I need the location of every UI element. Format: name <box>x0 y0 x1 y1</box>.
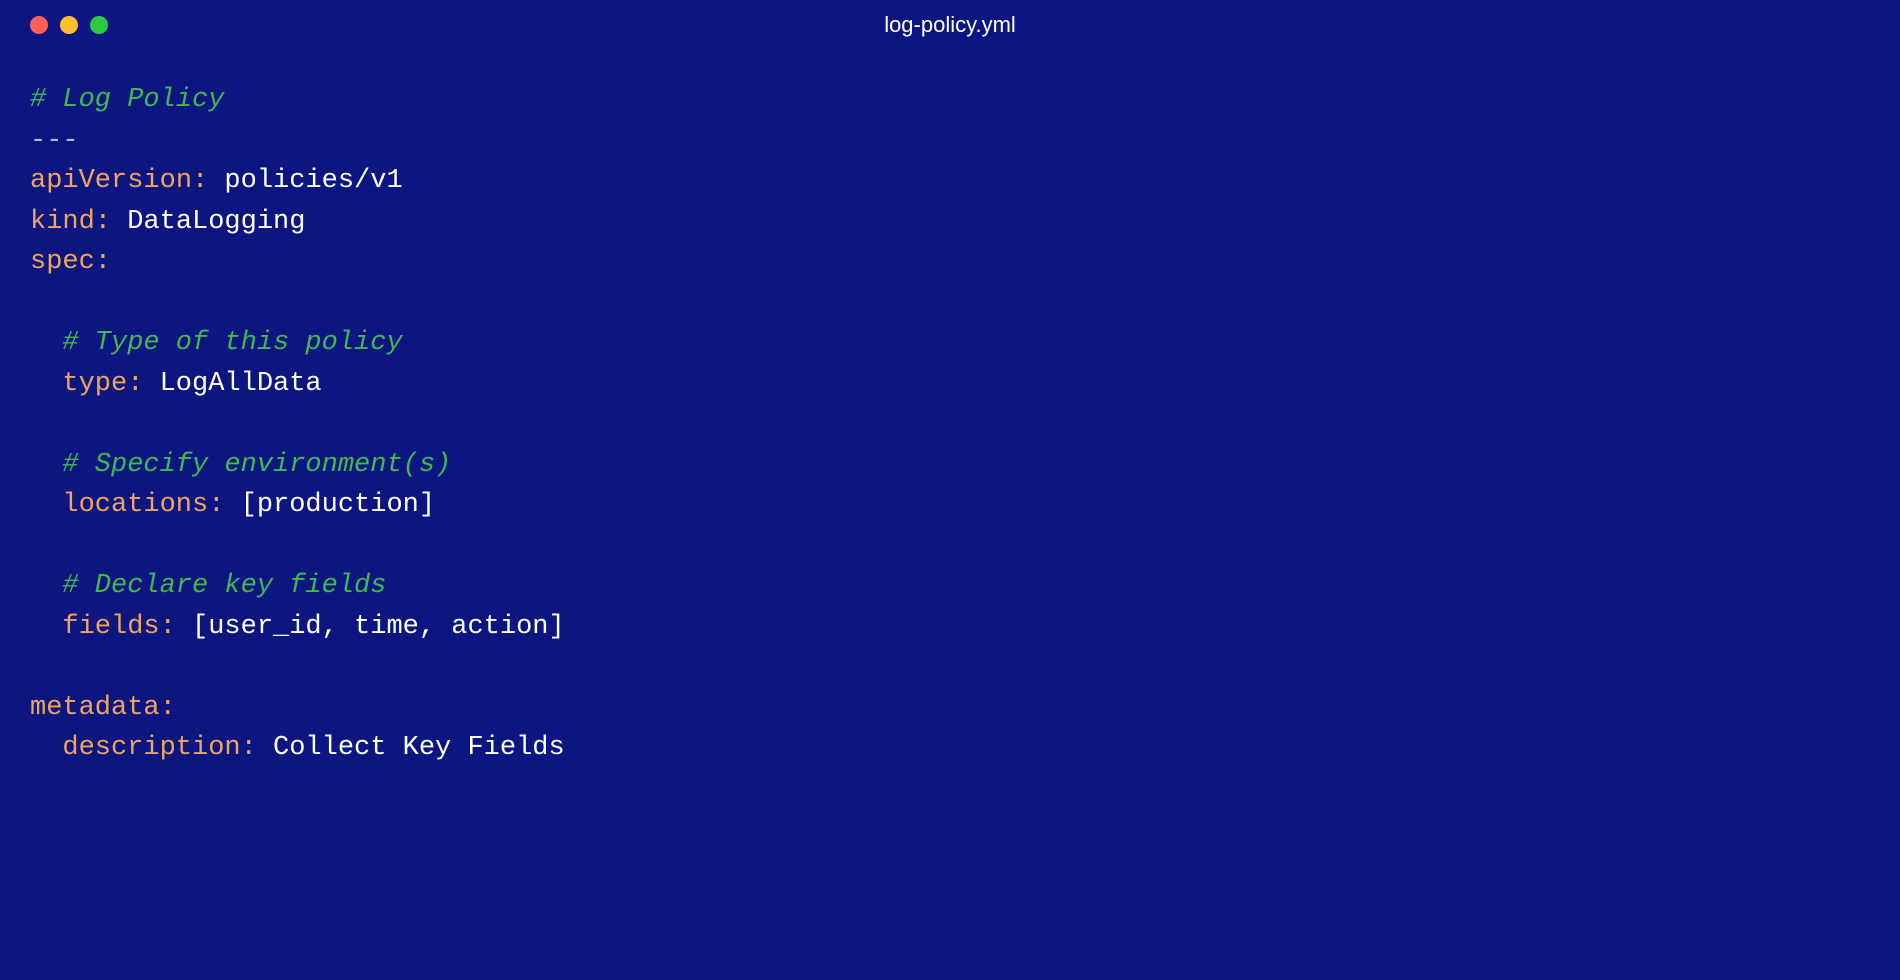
yaml-bracket: [ <box>224 490 256 520</box>
yaml-key: kind: <box>30 207 111 237</box>
yaml-value: time <box>354 612 419 642</box>
code-comment: # Type of this policy <box>62 328 402 358</box>
editor-window: log-policy.yml # Log Policy --- apiVersion… <box>0 0 1900 980</box>
yaml-value: Collect Key Fields <box>257 733 565 763</box>
yaml-value: policies/v1 <box>208 166 402 196</box>
code-comment: # Declare key fields <box>62 571 386 601</box>
yaml-key: fields: <box>62 612 175 642</box>
yaml-bracket: ] <box>419 490 435 520</box>
code-comment: # Log Policy <box>30 85 224 115</box>
window-title: log-policy.yml <box>884 12 1016 38</box>
yaml-key: spec: <box>30 247 111 277</box>
yaml-value: action <box>451 612 548 642</box>
close-icon[interactable] <box>30 16 48 34</box>
yaml-key: type: <box>62 369 143 399</box>
maximize-icon[interactable] <box>90 16 108 34</box>
code-comment: # Specify environment(s) <box>62 450 451 480</box>
titlebar: log-policy.yml <box>0 0 1900 50</box>
code-editor[interactable]: # Log Policy --- apiVersion: policies/v1 ki… <box>0 50 1900 799</box>
yaml-value: production <box>257 490 419 520</box>
yaml-key: description: <box>62 733 256 763</box>
minimize-icon[interactable] <box>60 16 78 34</box>
yaml-key: metadata: <box>30 693 176 723</box>
traffic-lights <box>30 16 108 34</box>
yaml-value: LogAllData <box>143 369 321 399</box>
yaml-key: locations: <box>62 490 224 520</box>
yaml-key: apiVersion: <box>30 166 208 196</box>
yaml-value: user_id <box>208 612 321 642</box>
yaml-sep: , <box>322 612 354 642</box>
yaml-doc-separator: --- <box>30 126 79 156</box>
yaml-value: DataLogging <box>111 207 305 237</box>
yaml-sep: , <box>419 612 451 642</box>
yaml-bracket: ] <box>548 612 564 642</box>
yaml-bracket: [ <box>176 612 208 642</box>
